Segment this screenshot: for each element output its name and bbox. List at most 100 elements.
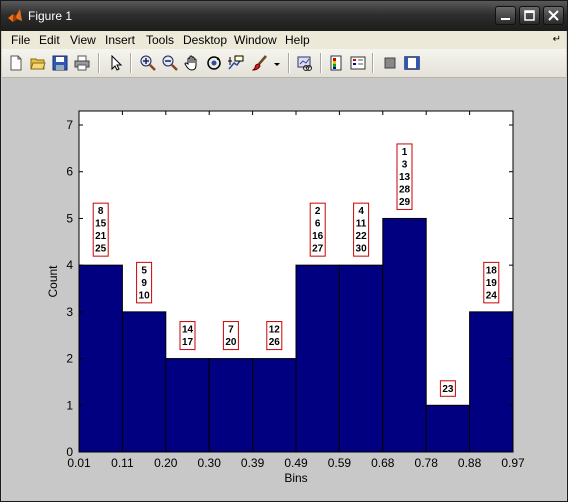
- y-tick-label: 3: [66, 305, 73, 319]
- bin-label-text: 13: [399, 172, 411, 183]
- bin-label-text: 18: [486, 265, 498, 276]
- menu-tools[interactable]: Tools: [146, 33, 174, 47]
- histogram-bar[interactable]: [121, 311, 167, 453]
- menu-edit[interactable]: Edit: [39, 33, 60, 47]
- histogram-bar[interactable]: [252, 358, 297, 453]
- dock-arrow-icon[interactable]: ↵: [553, 34, 561, 45]
- y-tick-label: 1: [66, 398, 73, 412]
- title-bar[interactable]: Figure 1: [1, 1, 567, 31]
- histogram-bar[interactable]: [208, 358, 254, 453]
- figure-canvas[interactable]: 0 1 2 3 4 5 6 7 0.01 0.11 0.20 0.30 0.39 0.49 0.59 0.68…: [2, 78, 566, 501]
- x-tick-label: 0.88: [458, 456, 482, 470]
- minimize-button[interactable]: [495, 6, 516, 25]
- link-plot-icon[interactable]: [295, 53, 315, 73]
- bin-label-text: 2: [315, 206, 321, 217]
- bin-label-text: 23: [442, 384, 454, 395]
- bin-label-text: 27: [312, 244, 324, 255]
- x-tick-label: 0.39: [241, 456, 265, 470]
- brush-icon[interactable]: [250, 53, 270, 73]
- bin-label-text: 7: [228, 325, 234, 336]
- menu-file[interactable]: File: [11, 33, 30, 47]
- brush-dropdown-icon[interactable]: [270, 53, 282, 73]
- toolbar-separator: [98, 53, 100, 73]
- bin-label-text: 19: [486, 278, 498, 289]
- histogram-plot[interactable]: 012345670.01 0.11 0.20 0.30 0.39 0.49 0.59 0.68…: [2, 78, 566, 501]
- toolbar-separator: [372, 53, 374, 73]
- y-tick-label: 6: [66, 165, 73, 179]
- pan-hand-icon[interactable]: [182, 53, 202, 73]
- new-figure-icon[interactable]: [6, 53, 26, 73]
- bin-label-text: 25: [95, 244, 107, 255]
- histogram-bar[interactable]: [338, 264, 384, 453]
- histogram-bar[interactable]: [469, 311, 514, 453]
- bin-label-text: 28: [399, 184, 411, 195]
- maximize-button[interactable]: [519, 6, 540, 25]
- bin-label-text: 20: [225, 337, 237, 348]
- y-tick-label: 2: [66, 352, 73, 366]
- bin-label-text: 26: [269, 337, 281, 348]
- bin-label-text: 10: [139, 290, 151, 301]
- menu-insert[interactable]: Insert: [105, 33, 135, 47]
- bin-label-text: 22: [356, 231, 368, 242]
- y-tick-label: 5: [66, 211, 73, 225]
- menu-window[interactable]: Window: [234, 33, 277, 47]
- bin-label-text: 5: [141, 265, 147, 276]
- show-plot-tools-icon[interactable]: [402, 53, 422, 73]
- menu-desktop[interactable]: Desktop: [183, 33, 227, 47]
- colorbar-icon[interactable]: [326, 53, 346, 73]
- bin-label-text: 24: [486, 290, 498, 301]
- bin-label-text: 14: [182, 325, 194, 336]
- x-tick-label: 0.30: [198, 456, 222, 470]
- bin-label-text: 17: [182, 337, 194, 348]
- histogram-bar[interactable]: [295, 264, 340, 453]
- histogram-bar[interactable]: [165, 358, 210, 453]
- legend-icon[interactable]: [348, 53, 368, 73]
- open-file-icon[interactable]: [28, 53, 48, 73]
- rotate-3d-icon[interactable]: [204, 53, 224, 73]
- zoom-in-icon[interactable]: [138, 53, 158, 73]
- print-icon[interactable]: [72, 53, 92, 73]
- toolbar-separator: [130, 53, 132, 73]
- toolbar-separator: [288, 53, 290, 73]
- zoom-out-icon[interactable]: [160, 53, 180, 73]
- bin-label-text: 11: [356, 219, 367, 230]
- bin-label-text: 29: [399, 197, 411, 208]
- x-tick-label: 0.11: [111, 456, 134, 470]
- menu-view[interactable]: View: [70, 33, 96, 47]
- window-title: Figure 1: [28, 9, 73, 23]
- bin-label-text: 4: [358, 206, 364, 217]
- bin-label-text: 6: [315, 219, 321, 230]
- data-cursor-icon[interactable]: [226, 53, 246, 73]
- x-tick-label: 0.49: [284, 456, 308, 470]
- histogram-bar[interactable]: [425, 404, 471, 453]
- menu-help[interactable]: Help: [285, 33, 310, 47]
- save-icon[interactable]: [50, 53, 70, 73]
- bin-label-text: 30: [356, 244, 368, 255]
- bin-label-text: 16: [312, 231, 324, 242]
- close-button[interactable]: [543, 6, 564, 25]
- bin-label-text: 15: [95, 219, 107, 230]
- figure-window: Figure 1 File Edit View Insert Tools Des…: [0, 0, 568, 502]
- y-tick-label: 4: [66, 258, 73, 272]
- x-tick-label: 0.01: [67, 456, 91, 470]
- toolbar-separator: [320, 53, 322, 73]
- bin-label-text: 9: [141, 278, 147, 289]
- bin-label-text: 21: [95, 231, 107, 242]
- edit-plot-arrow-icon[interactable]: [106, 53, 126, 73]
- figure-toolbar: [2, 49, 566, 78]
- matlab-logo-icon: [8, 9, 22, 22]
- bin-label-text: 1: [402, 147, 408, 158]
- x-tick-label: 0.20: [154, 456, 178, 470]
- histogram-bar[interactable]: [78, 264, 123, 453]
- y-axis-label: Count: [46, 265, 60, 298]
- x-axis-label: Bins: [284, 471, 307, 485]
- bin-label-text: 3: [402, 159, 408, 170]
- menu-bar: File Edit View Insert Tools Desktop Wind…: [2, 31, 566, 49]
- histogram-bar[interactable]: [382, 217, 427, 453]
- x-tick-label: 0.97: [501, 456, 525, 470]
- x-tick-label: 0.59: [328, 456, 352, 470]
- bin-label-text: 12: [269, 325, 281, 336]
- hide-plot-tools-icon[interactable]: [380, 53, 400, 73]
- x-tick-label: 0.68: [371, 456, 395, 470]
- x-tick-label: 0.78: [415, 456, 439, 470]
